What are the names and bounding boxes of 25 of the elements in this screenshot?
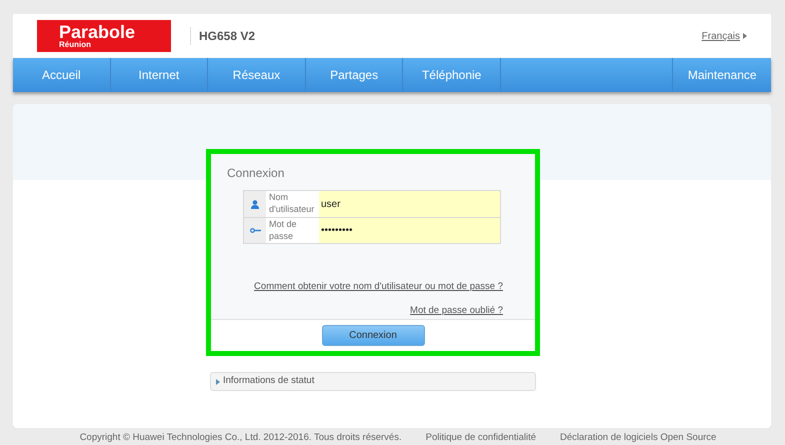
username-field[interactable]: user [319, 191, 500, 217]
nav-tab[interactable]: Internet [110, 58, 208, 92]
caret-icon [216, 378, 220, 384]
help-link[interactable]: Mot de passe oublié ? [410, 304, 503, 318]
login-title: Connexion [227, 165, 286, 182]
help-link[interactable]: Comment obtenir votre nom d'utilisateur ou mot de passe ? [254, 280, 503, 294]
nav-tab[interactable]: Accueil [13, 58, 111, 92]
status-panel[interactable]: Informations de statut [210, 372, 536, 391]
login-button[interactable]: Connexion [322, 324, 424, 346]
caret-icon [743, 33, 747, 39]
model-name: HG658 V2 [190, 27, 256, 45]
copyright-text: Copyright © Huawei Technologies Co., Ltd. 2012-2016. Tous droits réservés. [80, 431, 402, 445]
language-link[interactable]: Français [702, 28, 747, 44]
nav-tab[interactable]: Réseaux [208, 58, 306, 92]
field-label: Mot de passe [266, 218, 319, 243]
field-label: Nom d'utilisateur [266, 191, 319, 217]
footer-link[interactable]: Politique de confidentialité [426, 431, 536, 445]
key-icon [250, 228, 260, 233]
footer-link[interactable]: Déclaration de logiciels Open Source [560, 431, 716, 445]
user-icon [251, 200, 259, 208]
brand-logo: Parabole Réunion [37, 20, 171, 52]
nav-tab[interactable]: Téléphonie [403, 58, 501, 92]
nav-tab[interactable]: Maintenance [673, 58, 771, 92]
password-field[interactable]: ••••••••• [319, 218, 500, 243]
nav-tab[interactable]: Partages [306, 58, 404, 92]
